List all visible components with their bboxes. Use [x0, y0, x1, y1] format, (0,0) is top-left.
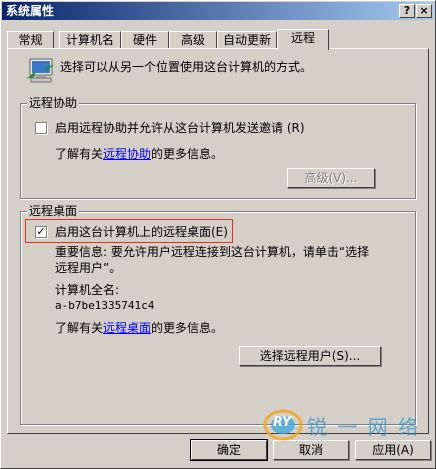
- computer-name-label: 计算机全名:: [55, 283, 120, 297]
- remote-desktop-learn-more: 了解有关远程桌面的更多信息。: [55, 320, 223, 336]
- remote-computer-icon: [24, 57, 58, 87]
- learn-suffix: 的更多信息。: [151, 147, 224, 161]
- remote-assistance-group: 远程协助 启用远程协助并允许从这台计算机发送邀请 (R) 了解有关远程协助的更多…: [20, 96, 416, 199]
- computer-name-value: a-b7be1335741c4: [55, 299, 155, 312]
- system-properties-window: 系统属性 ? × 常规 计算机名 硬件 高级 自动更新 远程 选择可以从另一个位…: [0, 0, 436, 469]
- apply-button[interactable]: 应用(A): [355, 440, 431, 460]
- tab-remote[interactable]: 远程: [277, 29, 329, 50]
- tab-automatic-updates[interactable]: 自动更新: [217, 31, 277, 49]
- remote-assistance-link[interactable]: 远程协助: [103, 147, 151, 161]
- learn-suffix: 的更多信息。: [151, 321, 224, 335]
- remote-desktop-link[interactable]: 远程桌面: [103, 321, 151, 335]
- tab-general[interactable]: 常规: [7, 31, 54, 49]
- important-note-line2: 远程用户”。: [55, 261, 122, 275]
- remote-desktop-label[interactable]: 启用这台计算机上的远程桌面(E): [55, 224, 228, 240]
- remote-desktop-group: 远程桌面 ✓ 启用这台计算机上的远程桌面(E) 重要信息: 要允许用户远程连接到…: [20, 204, 416, 425]
- remote-assistance-learn-more: 了解有关远程协助的更多信息。: [55, 146, 223, 162]
- close-button[interactable]: ×: [416, 4, 432, 18]
- ok-button[interactable]: 确定: [190, 439, 268, 461]
- remote-tab-panel: 选择可以从另一个位置使用这台计算机的方式。 远程协助 启用远程协助并允许从这台计…: [7, 48, 429, 434]
- tab-advanced[interactable]: 高级: [169, 31, 217, 49]
- remote-assistance-title: 远程协助: [27, 96, 80, 110]
- remote-desktop-checkbox[interactable]: ✓: [35, 226, 47, 238]
- remote-assistance-label[interactable]: 启用远程协助并允许从这台计算机发送邀请 (R): [55, 120, 305, 136]
- help-button[interactable]: ?: [399, 4, 415, 18]
- learn-prefix: 了解有关: [55, 147, 104, 161]
- tab-computer-name[interactable]: 计算机名: [59, 31, 121, 49]
- select-remote-users-button[interactable]: 选择远程用户(S)...: [239, 346, 381, 366]
- window-title: 系统属性: [6, 4, 55, 18]
- cancel-button[interactable]: 取消: [273, 440, 349, 460]
- learn-prefix: 了解有关: [55, 321, 104, 335]
- intro-text: 选择可以从另一个位置使用这台计算机的方式。: [60, 60, 313, 74]
- remote-assistance-checkbox[interactable]: [35, 122, 47, 134]
- title-bar[interactable]: 系统属性 ? ×: [2, 2, 434, 20]
- important-note-line1: 重要信息: 要允许用户远程连接到这台计算机，请单击“选择: [55, 245, 370, 259]
- tab-hardware[interactable]: 硬件: [121, 31, 169, 49]
- remote-desktop-title: 远程桌面: [27, 204, 80, 218]
- advanced-button[interactable]: 高级(V)...: [287, 168, 375, 188]
